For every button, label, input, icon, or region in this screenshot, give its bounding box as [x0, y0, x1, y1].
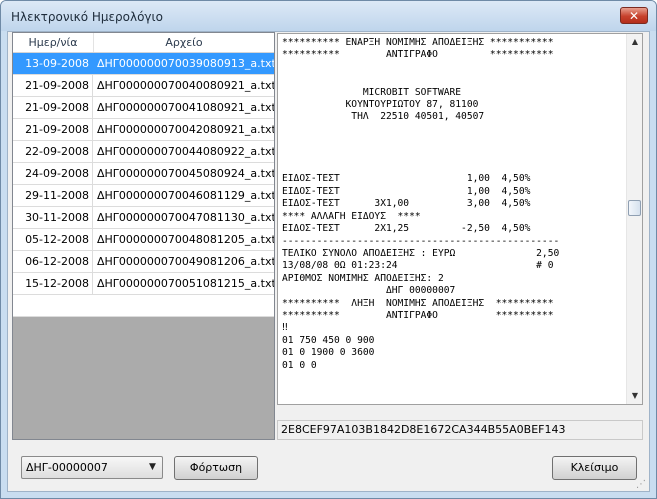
table-row[interactable]: 05-12-2008 ΔΗΓ000000070048081205_a.txt [13, 229, 274, 251]
table-row-empty [13, 295, 274, 317]
receipt-line: ********** ΑΝΤΙΓΡΑΦΟ ********** [282, 309, 554, 321]
receipt-scrollbar[interactable]: ▲ ▼ [626, 34, 642, 404]
row-file-name: ΔΗΓ000000070049081206_a.txt [97, 255, 275, 268]
row-file-name: ΔΗΓ000000070051081215_a.txt [97, 277, 275, 290]
table-row[interactable]: 21-09-2008 ΔΗΓ000000070041080921_a.txt [13, 97, 274, 119]
receipt-line: ΕΙΔΟΣ-ΤΕΣΤ 1,00 4,50% [282, 185, 531, 197]
signature-hash-field: 2E8CEF97A103B1842D8E1672CA344B55A0BEF143 [277, 420, 643, 440]
scroll-thumb[interactable] [628, 200, 641, 216]
receipt-line: 01 0 1900 0 3600 [282, 347, 375, 359]
receipt-line: ΕΙΔΟΣ-ΤΕΣΤ 1,00 4,50% [282, 173, 531, 185]
row-date: 05-12-2008 [13, 229, 93, 250]
load-button[interactable]: Φόρτωση [174, 456, 258, 480]
row-file-name: ΔΗΓ000000070046081129_a.txt [97, 189, 275, 202]
row-date: 21-09-2008 [13, 97, 93, 118]
row-file-name: ΔΗΓ000000070044080922_a.txt [97, 145, 275, 158]
scroll-down-arrow-icon[interactable]: ▼ [627, 388, 642, 404]
row-file-name: ΔΗΓ000000070047081130_a.txt [97, 211, 275, 224]
receipt-line: 13/08/08 ΘΩ 01:23:24 # 0 [282, 260, 554, 272]
receipt-text: ********** ΕΝΑΡΞΗ ΝΟΜΙΜΗΣ ΑΠΟΔΕΙΞΗΣ ****… [282, 37, 622, 372]
table-row[interactable]: 13-09-2008 ΔΗΓ000000070039080913_a.txt [13, 53, 274, 75]
row-date: 15-12-2008 [13, 273, 93, 294]
receipt-line: ----------------------------------------… [282, 235, 560, 247]
document-select[interactable]: ΔΗΓ-00000007 ▼ [21, 456, 163, 479]
receipt-line: 01 750 450 0 900 [282, 334, 375, 346]
close-button[interactable]: Κλείσιμο [552, 456, 637, 480]
table-row[interactable]: 21-09-2008 ΔΗΓ000000070042080921_a.txt [13, 119, 274, 141]
receipt-line: ΚΟΥΝΤΟΥΡΙΩΤΟΥ 87, 81100 [282, 99, 479, 111]
receipt-line: ΕΙΔΟΣ-ΤΕΣΤ 3Χ1,00 3,00 4,50% [282, 198, 531, 210]
resize-grip-icon[interactable]: ⋰ [636, 479, 648, 491]
scroll-up-arrow-icon[interactable]: ▲ [627, 34, 642, 50]
row-date: 22-09-2008 [13, 141, 93, 162]
receipt-line: ********** ΕΝΑΡΞΗ ΝΟΜΙΜΗΣ ΑΠΟΔΕΙΞΗΣ ****… [282, 37, 554, 48]
receipt-line: MICROBIT SOFTWARE [282, 86, 462, 98]
table-row[interactable]: 06-12-2008 ΔΗΓ000000070049081206_a.txt [13, 251, 274, 273]
table-row[interactable]: 22-09-2008 ΔΗΓ000000070044080922_a.txt [13, 141, 274, 163]
column-header-date[interactable]: Ημερ/νία [13, 33, 94, 52]
row-date: 13-09-2008 [13, 53, 93, 74]
receipt-line: ********** ΑΝΤΙΓΡΑΦΟ *********** [282, 49, 554, 61]
client-area: Ημερ/νία Αρχείο 13-09-2008 ΔΗΓ00000007003… [7, 31, 650, 492]
title-bar[interactable]: Ηλεκτρονικό Ημερολόγιο ✕ [1, 1, 656, 31]
table-row[interactable]: 24-09-2008 ΔΗΓ000000070045080924_a.txt [13, 163, 274, 185]
table-row[interactable]: 30-11-2008 ΔΗΓ000000070047081130_a.txt [13, 207, 274, 229]
window-close-button[interactable]: ✕ [620, 7, 648, 24]
receipt-line: ΤΕΛΙΚΟ ΣΥΝΟΛΟ ΑΠΟΔΕΙΞΗΣ : ΕΥΡΩ 2,50 [282, 247, 560, 259]
row-date: 24-09-2008 [13, 163, 93, 184]
table-row[interactable]: 29-11-2008 ΔΗΓ000000070046081129_a.txt [13, 185, 274, 207]
file-list[interactable]: Ημερ/νία Αρχείο 13-09-2008 ΔΗΓ00000007003… [12, 32, 275, 440]
receipt-line: ΕΙΔΟΣ-ΤΕΣΤ 2Χ1,25 -2,50 4,50% [282, 223, 531, 235]
table-row[interactable]: 15-12-2008 ΔΗΓ000000070051081215_a.txt [13, 273, 274, 295]
column-header-file[interactable]: Αρχείο [94, 33, 274, 52]
row-file-name: ΔΗΓ000000070042080921_a.txt [97, 123, 275, 136]
receipt-line: ‼ [282, 322, 288, 334]
journal-window: Ηλεκτρονικό Ημερολόγιο ✕ Ημερ/νία Αρχείο… [0, 0, 657, 499]
window-title: Ηλεκτρονικό Ημερολόγιο [11, 10, 163, 24]
receipt-line: **** ΑΛΛΑΓΗ ΕΙΔΟΥΣ **** [282, 210, 421, 222]
row-file-name: ΔΗΓ000000070045080924_a.txt [97, 167, 275, 180]
row-date: 29-11-2008 [13, 185, 93, 206]
receipt-viewer[interactable]: ********** ΕΝΑΡΞΗ ΝΟΜΙΜΗΣ ΑΠΟΔΕΙΞΗΣ ****… [277, 33, 643, 405]
chevron-down-icon: ▼ [149, 462, 156, 472]
file-list-header: Ημερ/νία Αρχείο [13, 33, 274, 53]
row-file-name: ΔΗΓ000000070039080913_a.txt [97, 57, 275, 70]
row-file-name: ΔΗΓ000000070040080921_a.txt [97, 79, 275, 92]
row-date: 06-12-2008 [13, 251, 93, 272]
table-row[interactable]: 21-09-2008 ΔΗΓ000000070040080921_a.txt [13, 75, 274, 97]
receipt-line: ********** ΛΗΞΗ ΝΟΜΙΜΗΣ ΑΠΟΔΕΙΞΗΣ ******… [282, 297, 554, 309]
row-file-name: ΔΗΓ000000070048081205_a.txt [97, 233, 275, 246]
row-date: 30-11-2008 [13, 207, 93, 228]
receipt-line: ΑΡΙΘΜΟΣ ΝΟΜΙΜΗΣ ΑΠΟΔΕΙΞΗΣ: 2 [282, 272, 444, 284]
receipt-line: ΤΗΛ 22510 40501, 40507 [282, 111, 485, 123]
row-file-name: ΔΗΓ000000070041080921_a.txt [97, 101, 275, 114]
file-list-rows: 13-09-2008 ΔΗΓ000000070039080913_a.txt 21-… [13, 53, 274, 317]
row-date: 21-09-2008 [13, 75, 93, 96]
row-date: 21-09-2008 [13, 119, 93, 140]
document-select-value: ΔΗΓ-00000007 [26, 461, 108, 474]
receipt-line: ΔΗΓ 00000007 [282, 285, 456, 297]
receipt-line: 01 0 0 [282, 359, 317, 371]
